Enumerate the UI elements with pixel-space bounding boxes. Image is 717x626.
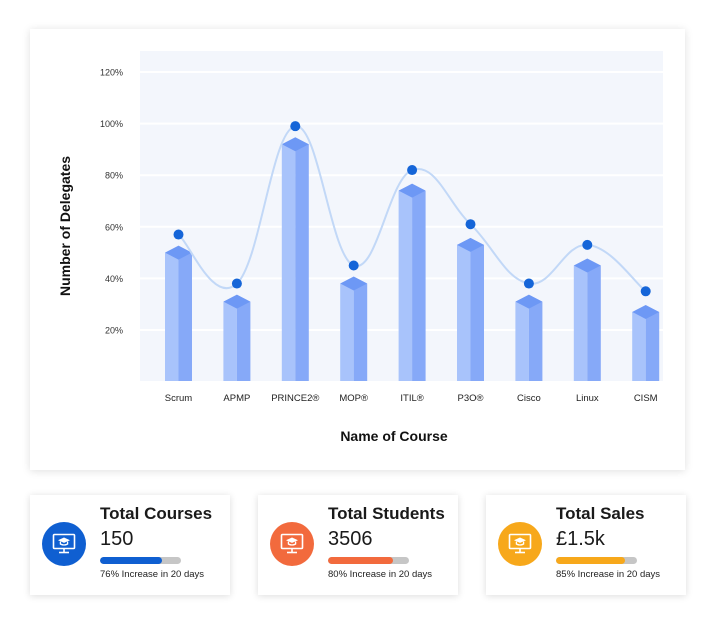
monitor-graduation-icon: [42, 522, 86, 566]
stat-value: 150: [100, 528, 134, 550]
x-tick-label: Linux: [576, 393, 599, 404]
bar: [515, 301, 529, 381]
stat-card-sales: Total Sales £1.5k 85% Increase in 20 day…: [486, 495, 686, 595]
stat-value: 3506: [328, 528, 373, 550]
y-tick-label: 100%: [100, 119, 123, 129]
x-tick-label: Cisco: [517, 393, 541, 404]
bar: [573, 265, 588, 381]
bar-side: [178, 252, 192, 381]
bar: [457, 244, 471, 381]
y-tick-label: 120%: [100, 68, 123, 78]
stat-note: 80% Increase in 20 days: [328, 569, 433, 580]
x-tick-label: Scrum: [165, 393, 193, 404]
bar-side: [236, 301, 251, 381]
delegates-chart: 20% 40% 60% 80% 100% 120% Scrum APMP PRINCE2® MOP…: [57, 51, 663, 444]
bar: [632, 311, 646, 381]
x-tick-label: APMP: [223, 393, 250, 404]
y-tick-label: 60%: [105, 222, 123, 232]
bar: [398, 190, 413, 381]
progress-bar: [328, 557, 409, 564]
stat-title: Total Courses: [100, 504, 213, 523]
data-point: [407, 165, 418, 176]
y-axis-title: Number of Delegates: [57, 156, 73, 296]
monitor-graduation-icon: [270, 522, 314, 566]
bar: [340, 283, 354, 381]
data-point: [290, 121, 301, 132]
data-point: [582, 239, 593, 250]
x-tick-label: P3O®: [457, 393, 483, 404]
bar-side: [412, 190, 426, 381]
data-point: [640, 286, 651, 297]
stat-note: 76% Increase in 20 days: [100, 569, 205, 580]
bar-side: [645, 311, 660, 381]
x-tick-label: ITIL®: [400, 393, 423, 404]
progress-bar: [556, 557, 637, 564]
x-tick-label: PRINCE2®: [271, 393, 319, 404]
y-tick-label: 20%: [105, 326, 123, 336]
stat-value: £1.5k: [556, 528, 605, 550]
monitor-graduation-icon: [498, 522, 542, 566]
bar-side: [587, 265, 601, 381]
bar-side: [528, 301, 543, 381]
bar-side: [470, 244, 484, 381]
data-point: [173, 229, 184, 240]
stat-card-students: Total Students 3506 80% Increase in 20 d…: [258, 495, 458, 595]
data-point: [231, 278, 242, 289]
progress-fill: [556, 557, 625, 564]
stat-title: Total Students: [328, 504, 445, 523]
data-point: [348, 260, 359, 271]
stat-card-courses: Total Courses 150 76% Increase in 20 day…: [30, 495, 230, 595]
data-point: [465, 219, 476, 230]
x-tick-label: MOP®: [339, 393, 368, 404]
bar: [281, 144, 296, 381]
stat-title: Total Sales: [556, 504, 645, 523]
progress-fill: [100, 557, 162, 564]
progress-bar: [100, 557, 181, 564]
y-tick-label: 80%: [105, 171, 123, 181]
y-tick-label: 40%: [105, 274, 123, 284]
chart-card: 20% 40% 60% 80% 100% 120% Scrum APMP PRINCE2® MOP…: [30, 29, 685, 470]
x-axis-title: Name of Course: [340, 428, 448, 444]
bar-side: [353, 283, 368, 381]
stat-note: 85% Increase in 20 days: [556, 569, 661, 580]
data-point: [523, 278, 534, 289]
bar: [165, 252, 179, 381]
bar: [223, 301, 237, 381]
x-tick-label: CISM: [634, 393, 658, 404]
progress-fill: [328, 557, 393, 564]
bar-side: [295, 144, 309, 381]
